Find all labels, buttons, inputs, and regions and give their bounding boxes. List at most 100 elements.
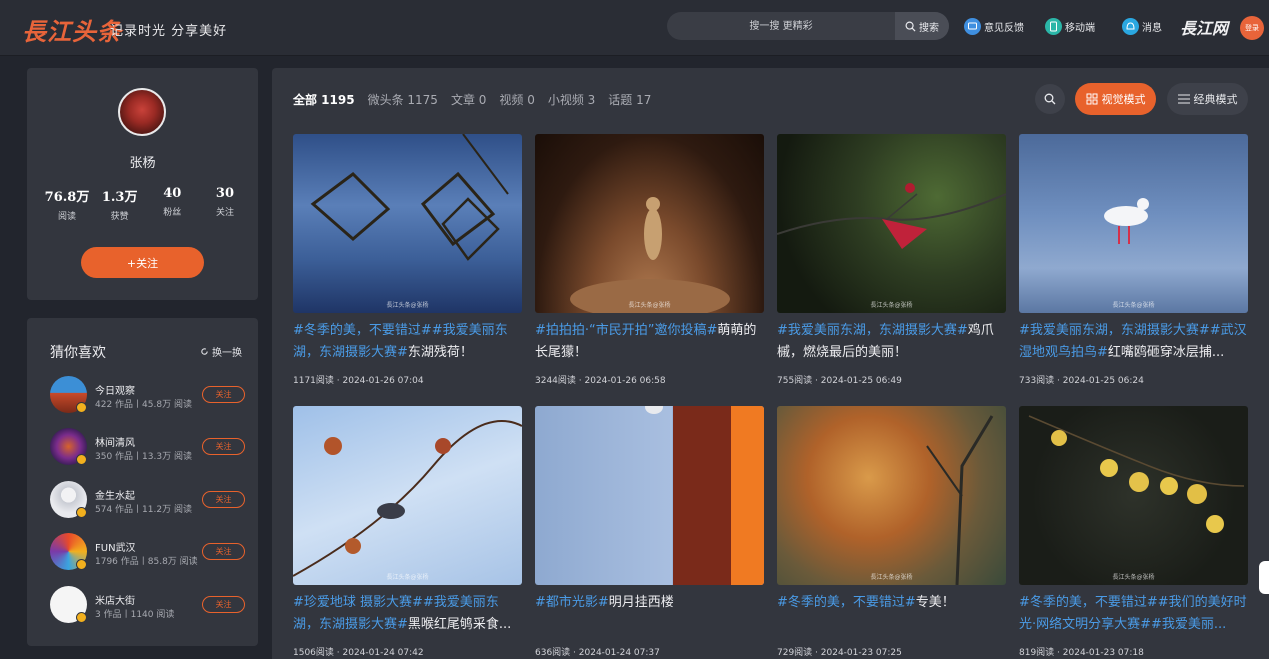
- stat-label: 阅读: [57, 212, 76, 222]
- search-button-label: 搜索: [919, 22, 939, 34]
- mobile-link[interactable]: 移动端: [1045, 17, 1095, 35]
- profile-stats: 76.8万 阅读 1.3万获赞 40 粉丝 30 关注: [41, 186, 251, 222]
- login-button[interactable]: 登录: [1240, 16, 1264, 40]
- list-item: FUN武汉 1796 作品丨85.8万 阅读 关注: [50, 533, 250, 573]
- post-title-text: 红嘴鸥砸穿冰层捕...: [1107, 345, 1225, 360]
- post-title[interactable]: #都市光影#明月挂西楼: [535, 592, 764, 636]
- recommend-name[interactable]: 今日观察: [95, 382, 135, 397]
- feedback-label: 意见反馈: [984, 22, 1024, 34]
- classic-mode-button[interactable]: 经典模式: [1167, 83, 1248, 115]
- visual-mode-label: 视觉模式: [1101, 93, 1146, 106]
- stat-fans: 40 粉丝: [146, 186, 198, 222]
- recommend-title: 猜你喜欢: [50, 345, 106, 361]
- classic-mode-label: 经典模式: [1193, 93, 1238, 106]
- post-topic-tag[interactable]: #我爱美丽东湖，东湖摄影大赛#: [777, 323, 968, 338]
- changjiang-logo[interactable]: 長江网: [1180, 15, 1228, 39]
- stat-label: 关注: [215, 208, 234, 218]
- stat-likes: 1.3万获赞: [94, 186, 146, 222]
- grid-icon: [1086, 93, 1097, 105]
- post-thumbnail[interactable]: 長江头条@张杨: [293, 134, 522, 313]
- verified-badge-icon: [76, 454, 87, 465]
- post-title[interactable]: #冬季的美，不要错过##我们的美好时光·网络文明分享大赛##我爱美丽...: [1019, 592, 1248, 636]
- recommend-follow-button[interactable]: 关注: [202, 386, 245, 403]
- post-topic-tag[interactable]: #拍拍拍·“市民开拍”邀你投稿#: [535, 323, 717, 338]
- post-thumbnail[interactable]: [535, 406, 764, 585]
- recommend-name[interactable]: FUN武汉: [95, 539, 136, 554]
- stat-following: 30 关注: [199, 186, 251, 222]
- tab-short-videos[interactable]: 小视频 3: [548, 91, 595, 108]
- recommend-meta: 422 作品丨45.8万 阅读: [95, 400, 192, 410]
- post-topic-tag[interactable]: #冬季的美，不要错过#: [777, 595, 916, 610]
- recommend-follow-button[interactable]: 关注: [202, 491, 245, 508]
- stat-value: 40: [163, 186, 182, 201]
- post-meta: 1506阅读 · 2024-01-24 07:42: [293, 648, 424, 658]
- post-title[interactable]: #我爱美丽东湖，东湖摄影大赛##武汉湿地观鸟拍鸟#红嘴鸥砸穿冰层捕...: [1019, 320, 1248, 364]
- feedback-link[interactable]: 意见反馈: [964, 17, 1024, 35]
- post-title-text: 明月挂西楼: [608, 595, 674, 610]
- post-thumbnail[interactable]: 長江头条@张杨: [777, 406, 1006, 585]
- watermark: 長江头条@张杨: [386, 302, 429, 309]
- top-bar: 長江头条 记录时光 分享美好 搜索 意见反馈 移动端 消息 長江网 登录: [0, 0, 1269, 56]
- search-icon: [1044, 93, 1056, 105]
- post-title[interactable]: #冬季的美，不要错过#专美！: [777, 592, 1006, 636]
- feedback-icon: [964, 17, 981, 35]
- recommend-follow-button[interactable]: 关注: [202, 438, 245, 455]
- list-item: 今日观察 422 作品丨45.8万 阅读 关注: [50, 376, 250, 416]
- post-title[interactable]: #珍爱地球 摄影大赛##我爱美丽东湖，东湖摄影大赛#黑喉红尾鸲采食...: [293, 592, 522, 636]
- recommend-name[interactable]: 米店大街: [95, 592, 135, 607]
- search-button[interactable]: 搜索: [895, 12, 949, 40]
- post-thumbnail[interactable]: 長江头条@张杨: [777, 134, 1006, 313]
- floating-side-tab[interactable]: [1259, 561, 1269, 594]
- post-title[interactable]: #冬季的美，不要错过##我爱美丽东湖，东湖摄影大赛#东湖残荷！: [293, 320, 522, 364]
- post-topic-tag[interactable]: #冬季的美，不要错过##我们的美好时光·网络文明分享大赛##我爱美丽...: [1019, 595, 1247, 632]
- mobile-label: 移动端: [1065, 22, 1095, 34]
- list-icon: [1177, 94, 1190, 104]
- list-item: 米店大街 3 作品丨1140 阅读 关注: [50, 586, 250, 626]
- follow-button[interactable]: +关注: [81, 247, 204, 278]
- list-item: 林间清风 350 作品丨13.3万 阅读 关注: [50, 428, 250, 468]
- refresh-icon: [201, 348, 208, 355]
- tab-micro[interactable]: 微头条 1175: [368, 91, 438, 108]
- post-thumbnail[interactable]: 長江头条@张杨: [1019, 406, 1248, 585]
- watermark: 長江头条@张杨: [628, 302, 671, 309]
- post-thumbnail[interactable]: 長江头条@张杨: [1019, 134, 1248, 313]
- recommend-name[interactable]: 金生水起: [95, 487, 135, 502]
- post-meta: 636阅读 · 2024-01-24 07:37: [535, 648, 660, 658]
- recommend-name[interactable]: 林间清风: [95, 434, 135, 449]
- post-title[interactable]: #我爱美丽东湖，东湖摄影大赛#鸡爪槭，燃烧最后的美丽！: [777, 320, 1006, 364]
- site-slogan: 记录时光 分享美好: [110, 24, 228, 39]
- visual-mode-button[interactable]: 视觉模式: [1075, 83, 1156, 115]
- tab-topics[interactable]: 话题 17: [608, 91, 651, 108]
- post-topic-tag[interactable]: #冬季的美，不要错过##我爱美丽东湖，东湖摄影大赛#: [293, 323, 508, 360]
- tab-videos[interactable]: 视频 0: [499, 91, 534, 108]
- refresh-button[interactable]: 换一换: [200, 344, 242, 359]
- post-meta: 3244阅读 · 2024-01-26 06:58: [535, 376, 666, 386]
- post-title[interactable]: #拍拍拍·“市民开拍”邀你投稿#萌萌的长尾獴！: [535, 320, 764, 364]
- recommend-follow-button[interactable]: 关注: [202, 596, 245, 613]
- post-title-text: 东湖残荷！: [407, 345, 473, 360]
- post-meta: 1171阅读 · 2024-01-26 07:04: [293, 376, 424, 386]
- search-input[interactable]: [667, 12, 895, 40]
- tab-all[interactable]: 全部 1195: [293, 91, 355, 108]
- post-thumbnail[interactable]: 長江头条@张杨: [293, 406, 522, 585]
- post-thumbnail[interactable]: 長江头条@张杨: [535, 134, 764, 313]
- search-icon: [905, 21, 916, 32]
- messages-link[interactable]: 消息: [1122, 17, 1162, 35]
- stat-label: 获赞: [110, 212, 129, 222]
- list-item: 金生水起 574 作品丨11.2万 阅读 关注: [50, 481, 250, 521]
- verified-badge-icon: [76, 507, 87, 518]
- profile-avatar[interactable]: [118, 88, 166, 136]
- site-logo[interactable]: 長江头条: [22, 12, 122, 47]
- verified-badge-icon: [76, 402, 87, 413]
- recommend-panel: 猜你喜欢 换一换 今日观察 422 作品丨45.8万 阅读 关注 林间清风 35…: [27, 318, 258, 646]
- profile-card: 张杨 76.8万 阅读 1.3万 获赞 40 粉丝 30 关注 +关注: [27, 68, 258, 300]
- stat-reads: 76.8万 阅读: [41, 186, 93, 222]
- recommend-follow-button[interactable]: 关注: [202, 543, 245, 560]
- watermark: 長江头条@张杨: [1112, 574, 1155, 581]
- content-search-button[interactable]: [1035, 84, 1065, 114]
- post-topic-tag[interactable]: #都市光影#: [535, 595, 609, 610]
- search-bar: 搜索: [667, 12, 949, 40]
- tab-articles[interactable]: 文章 0: [451, 91, 486, 108]
- stat-value: 1.3万: [101, 190, 138, 205]
- verified-badge-icon: [76, 612, 87, 623]
